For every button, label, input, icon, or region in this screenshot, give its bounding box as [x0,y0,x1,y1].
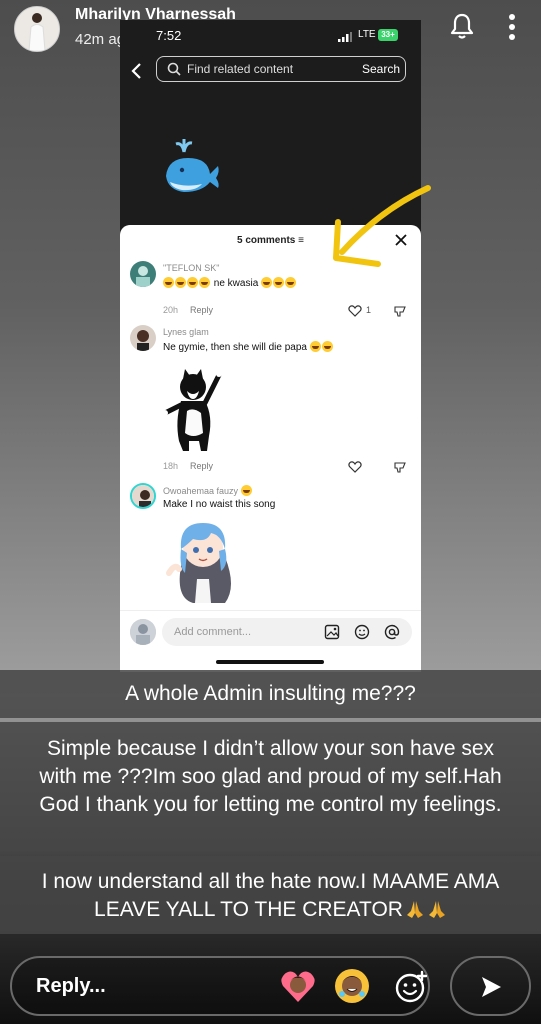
image-icon[interactable] [324,624,340,640]
spouting-whale-icon [166,139,219,192]
commenter-name[interactable]: "TEFLON SK" [163,263,219,273]
send-button[interactable] [450,956,531,1016]
comment-body: Ne gymie, then she will die papa [163,342,307,353]
add-comment-placeholder: Add comment... [174,626,252,638]
commenter-name-text: Owoahemaa fauzy [163,486,239,496]
reply-placeholder: Reply... [36,975,106,997]
laughing-emoji-icon [261,277,273,288]
signal-icon [338,32,352,42]
search-button[interactable]: Search [362,62,400,76]
comment-text: Make I no waist this song [163,499,276,510]
laughing-emoji-icon [163,277,174,288]
battery-indicator: 33+ [378,29,398,41]
commenter-avatar[interactable] [130,483,156,509]
phone-status-bar: 7:52 LTE 33+ [120,20,421,50]
laughing-emoji-icon [309,341,321,352]
caption-text: A whole Admin insulting me??? [0,670,541,718]
comment-text: ne kwasia [163,277,297,289]
phone-clock: 7:52 [156,28,182,43]
heart-bitmoji-reaction[interactable] [280,968,316,1004]
praying-hands-icon [406,901,423,918]
heart-eyes-emoji-icon [240,485,252,496]
search-placeholder: Find related content [187,62,294,76]
mention-icon[interactable] [384,624,400,640]
heart-icon[interactable] [348,305,362,317]
praying-hands-icon [428,901,445,918]
home-indicator [216,660,324,664]
commenter-avatar[interactable] [130,261,156,287]
laughing-emoji-icon [285,277,297,288]
laughing-emoji-icon [273,277,285,288]
filter-icon[interactable]: ≡ [298,235,304,246]
own-avatar [130,619,156,645]
heart-icon[interactable] [348,461,362,473]
reply-input[interactable]: Reply... [10,956,430,1016]
network-label: LTE [358,29,376,40]
dislike-icon[interactable] [394,461,406,473]
like-count: 1 [366,305,372,315]
comment-age: 18h [163,461,179,471]
reply-link[interactable]: Reply [190,305,213,315]
comment-age: 20h [163,305,179,315]
laughing-emoji-icon [199,277,210,288]
laughing-emoji-icon [175,277,186,288]
back-arrow-icon[interactable] [130,62,144,80]
comment-input-bar: Add comment... [120,610,421,651]
commenter-name[interactable]: Owoahemaa fauzy [163,485,253,496]
bell-icon[interactable] [448,12,476,40]
commenter-avatar[interactable] [130,325,156,351]
arrow-annotation [333,185,431,267]
search-icon [167,62,181,76]
comments-sheet: 5 comments ≡ "TEFLON SK" ne kwasia 20h Re… [120,225,421,672]
search-row: Find related content Search [120,56,421,86]
dislike-icon[interactable] [394,305,406,317]
comment-body: ne kwasia [213,278,259,289]
add-comment-input[interactable]: Add comment... [162,618,412,646]
send-arrow-icon [482,977,501,997]
laughing-emoji-icon [321,341,333,352]
comment-meta: 18h Reply [163,461,213,471]
more-options-icon[interactable] [504,12,520,42]
comment-meta: 20h Reply [163,305,213,315]
add-sticker-icon[interactable] [394,970,428,1004]
comment-text: Ne gymie, then she will die papa [163,341,334,353]
anime-girl-sticker [166,523,231,603]
caption-text: Simple because I didn’t allow your son h… [0,722,541,852]
search-input[interactable]: Find related content Search [156,56,406,82]
avatar[interactable] [14,6,60,52]
commenter-name[interactable]: Lynes glam [163,327,209,337]
laughing-bitmoji-reaction[interactable] [334,968,370,1004]
shared-screenshot: 7:52 LTE 33+ Find related content Search… [120,20,421,672]
reply-link[interactable]: Reply [190,461,213,471]
emoji-sticker-icon[interactable] [354,624,370,640]
comments-title-text: 5 comments [237,235,296,246]
laughing-emoji-icon [187,277,198,288]
dancing-cat-sticker [163,369,222,451]
caption-text: I now understand all the hate now.I MAAM… [0,856,541,934]
